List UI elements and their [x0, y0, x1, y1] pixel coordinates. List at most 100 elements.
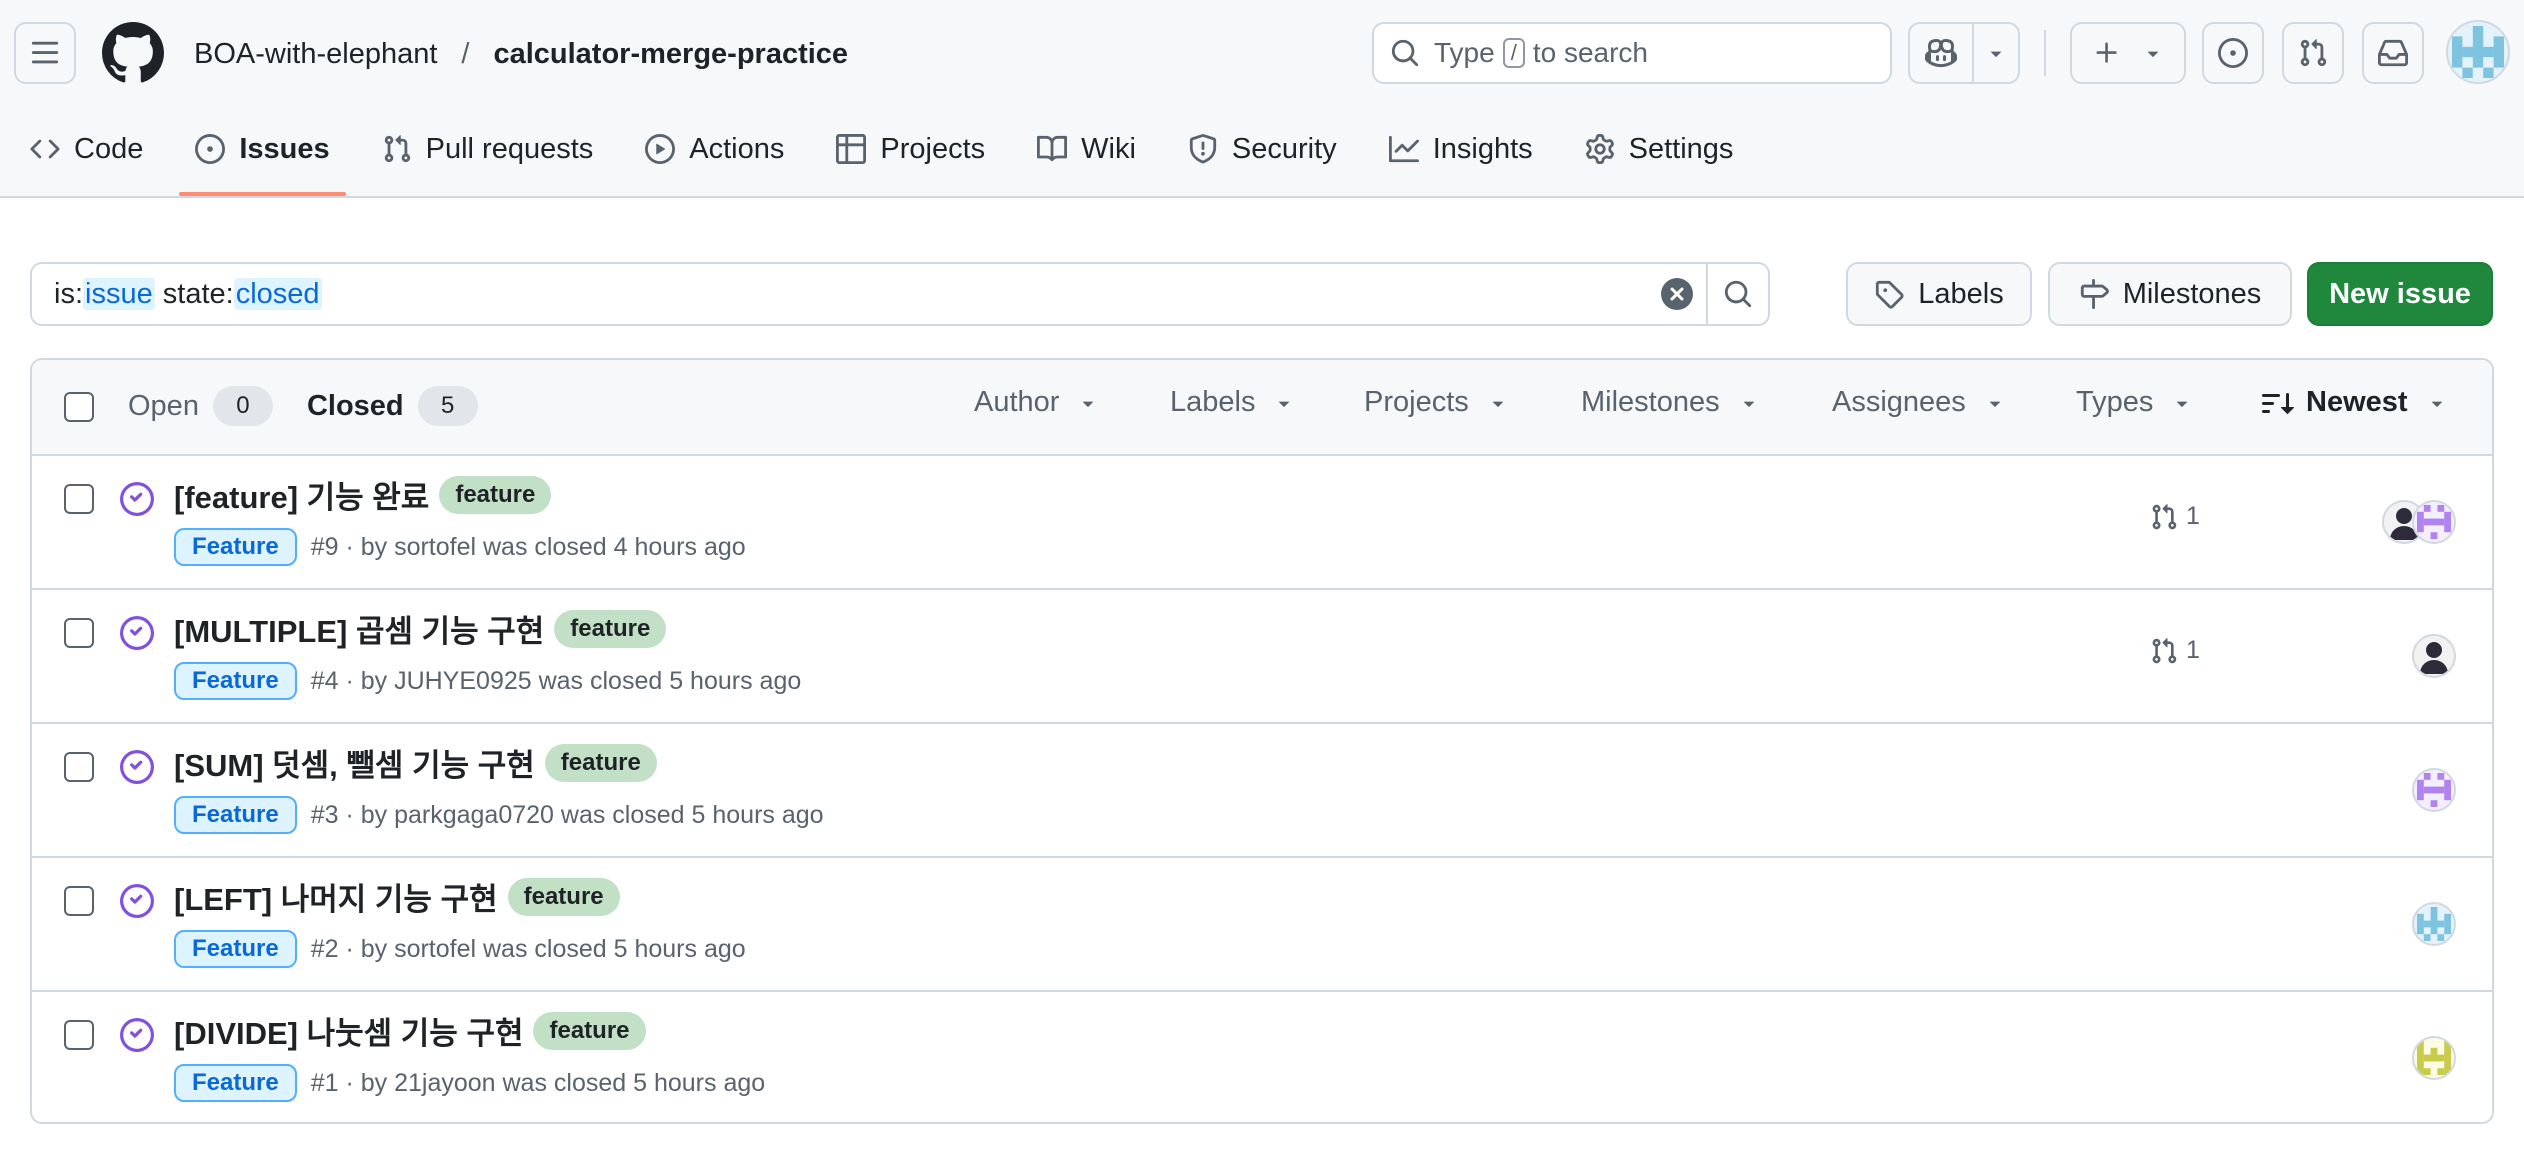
- plus-icon: [2096, 42, 2117, 63]
- filter-value: issue: [83, 277, 155, 310]
- tab-security[interactable]: Security: [1172, 118, 1353, 180]
- linked-pr-count[interactable]: 1: [2150, 502, 2200, 531]
- tab-issues-label: Issues: [239, 132, 330, 165]
- issue-label[interactable]: feature: [554, 609, 667, 648]
- clear-filter-button[interactable]: [1648, 264, 1706, 324]
- code-icon: [30, 139, 60, 159]
- issue-closed-icon: [120, 616, 154, 650]
- tag-icon: [1876, 280, 1904, 309]
- labels-filter[interactable]: Labels: [1170, 386, 1295, 419]
- labels-button[interactable]: Labels: [1846, 262, 2032, 326]
- breadcrumb-repo[interactable]: calculator-merge-practice: [493, 34, 848, 74]
- tab-projects-label: Projects: [880, 132, 986, 165]
- types-filter[interactable]: Types: [2076, 386, 2193, 419]
- copilot-dropdown[interactable]: [1974, 24, 2018, 82]
- filter-query[interactable]: is:issue state:closed: [32, 277, 1648, 311]
- tab-actions[interactable]: Actions: [629, 118, 800, 180]
- milestones-button-label: Milestones: [2122, 277, 2262, 310]
- issue-checkbox[interactable]: [64, 618, 94, 648]
- your-issues-button[interactable]: [2202, 22, 2264, 84]
- filter-qualifier: state:: [154, 277, 234, 310]
- assignees-filter[interactable]: Assignees: [1832, 386, 2006, 419]
- issue-label[interactable]: feature: [544, 743, 657, 782]
- types-filter-label: Types: [2076, 386, 2154, 418]
- assignee-avatar[interactable]: [2412, 1036, 2456, 1080]
- issue-checkbox[interactable]: [64, 886, 94, 916]
- breadcrumb-owner[interactable]: BOA-with-elephant: [194, 34, 437, 74]
- header-divider: [2044, 30, 2046, 76]
- linked-pr-count-text: 1: [2186, 502, 2200, 530]
- issue-type-badge[interactable]: Feature: [174, 930, 297, 968]
- issue-row[interactable]: [LEFT] 나머지 기능 구현 feature Feature #2 · by…: [32, 858, 2492, 992]
- issue-checkbox[interactable]: [64, 484, 94, 514]
- user-avatar[interactable]: [2446, 20, 2510, 84]
- issue-meta-text: #4 · by JUHYE0925 was closed 5 hours ago: [310, 666, 802, 695]
- issue-type-badge[interactable]: Feature: [174, 1064, 297, 1102]
- issue-type-badge[interactable]: Feature: [174, 528, 297, 566]
- tab-projects[interactable]: Projects: [820, 118, 1001, 180]
- tab-insights[interactable]: Insights: [1373, 118, 1549, 180]
- copilot-button-group[interactable]: [1908, 22, 2020, 84]
- tab-settings[interactable]: Settings: [1569, 118, 1750, 180]
- new-issue-button[interactable]: New issue: [2307, 262, 2493, 326]
- issue-row[interactable]: [SUM] 덧셈, 뺄셈 기능 구현 feature Feature #3 · …: [32, 724, 2492, 858]
- issue-title[interactable]: [MULTIPLE] 곱셈 기능 구현: [174, 606, 544, 651]
- issue-meta-text: #3 · by parkgaga0720 was closed 5 hours …: [310, 800, 824, 829]
- assignee-avatar[interactable]: [2412, 768, 2456, 812]
- milestones-filter-label: Milestones: [1581, 386, 1720, 418]
- issue-checkbox[interactable]: [64, 1020, 94, 1050]
- assignee-avatar[interactable]: [2412, 500, 2456, 544]
- create-new-button[interactable]: [2070, 22, 2186, 84]
- assignee-avatar[interactable]: [2412, 634, 2456, 678]
- issue-title-line: [MULTIPLE] 곱셈 기능 구현 feature: [174, 606, 667, 651]
- issues-filter-input[interactable]: is:issue state:closed: [30, 262, 1770, 326]
- issue-row[interactable]: [MULTIPLE] 곱셈 기능 구현 feature Feature #4 ·…: [32, 590, 2492, 724]
- issue-label[interactable]: feature: [533, 1011, 646, 1050]
- issue-title-line: [LEFT] 나머지 기능 구현 feature: [174, 874, 620, 919]
- issue-label[interactable]: feature: [439, 475, 552, 514]
- tab-settings-label: Settings: [1628, 132, 1734, 165]
- linked-pr-count[interactable]: 1: [2150, 636, 2200, 665]
- your-pull-requests-button[interactable]: [2282, 22, 2344, 84]
- issue-title[interactable]: [DIVIDE] 나눗셈 기능 구현: [174, 1008, 523, 1053]
- labels-filter-label: Labels: [1170, 386, 1256, 418]
- search-shortcut-key: /: [1502, 38, 1525, 68]
- tab-code[interactable]: Code: [14, 118, 159, 180]
- issue-title[interactable]: [feature] 기능 완료: [174, 472, 429, 517]
- assignee-avatar[interactable]: [2412, 902, 2456, 946]
- milestones-button[interactable]: Milestones: [2048, 262, 2292, 326]
- author-filter[interactable]: Author: [974, 386, 1099, 419]
- issue-type-badge[interactable]: Feature: [174, 796, 297, 834]
- issue-row[interactable]: [DIVIDE] 나눗셈 기능 구현 feature Feature #1 · …: [32, 992, 2492, 1122]
- github-logo-icon[interactable]: [102, 22, 164, 84]
- breadcrumb: BOA-with-elephant / calculator-merge-pra…: [194, 34, 848, 74]
- milestones-filter[interactable]: Milestones: [1581, 386, 1760, 419]
- shield-icon: [1189, 134, 1217, 164]
- sort-dropdown[interactable]: Newest: [2262, 386, 2448, 419]
- issue-type-badge[interactable]: Feature: [174, 662, 297, 700]
- search-icon: [1724, 280, 1752, 308]
- tab-issues[interactable]: Issues: [179, 118, 346, 196]
- global-search-input[interactable]: Type / to search: [1372, 22, 1892, 84]
- play-icon: [645, 134, 676, 164]
- projects-filter[interactable]: Projects: [1364, 386, 1509, 419]
- run-search-button[interactable]: [1706, 264, 1768, 324]
- issue-title[interactable]: [SUM] 덧셈, 뺄셈 기능 구현: [174, 740, 535, 785]
- notifications-button[interactable]: [2362, 22, 2424, 84]
- person-photo-icon: [2420, 642, 2448, 674]
- issue-row[interactable]: [feature] 기능 완료 feature Feature #9 · by …: [32, 456, 2492, 590]
- triangle-down-icon: [1279, 401, 1290, 407]
- issue-title[interactable]: [LEFT] 나머지 기능 구현: [174, 874, 498, 919]
- tab-wiki-label: Wiki: [1081, 132, 1136, 165]
- tab-pull-requests[interactable]: Pull requests: [366, 118, 610, 180]
- graph-icon: [1388, 135, 1419, 163]
- tab-wiki[interactable]: Wiki: [1021, 118, 1152, 180]
- filter-qualifier: is:: [54, 277, 83, 310]
- issue-meta: Feature #9 · by sortofel was closed 4 ho…: [174, 528, 746, 566]
- issue-label[interactable]: feature: [507, 877, 620, 916]
- issue-checkbox[interactable]: [64, 752, 94, 782]
- inbox-icon: [2378, 39, 2408, 67]
- issue-closed-icon: [120, 482, 154, 516]
- menu-button[interactable]: [14, 22, 76, 84]
- copilot-button[interactable]: [1910, 24, 1974, 82]
